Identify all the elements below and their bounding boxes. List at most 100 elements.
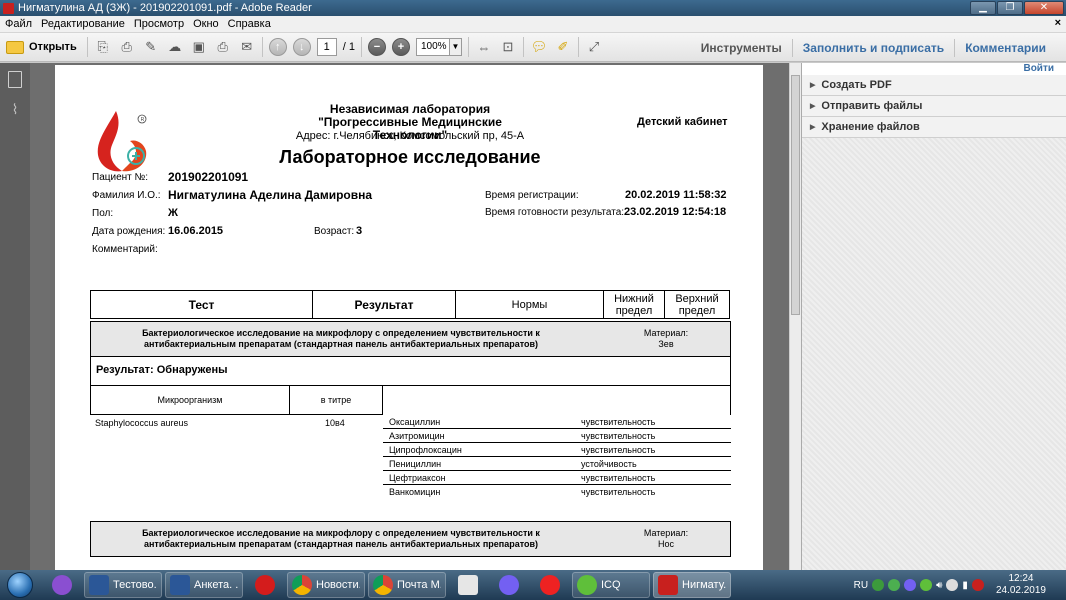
email-icon[interactable]: ✉: [238, 38, 256, 56]
col-test: Тест: [91, 291, 313, 318]
fit-width-icon[interactable]: ⇔: [475, 38, 493, 56]
toolbar-divider: [360, 37, 362, 57]
word-icon: [89, 575, 109, 595]
menu-edit[interactable]: Редактирование: [41, 18, 125, 30]
start-button[interactable]: [0, 570, 40, 600]
yandex-browser-icon: [540, 575, 560, 595]
chevron-right-icon: ▶: [810, 124, 816, 131]
svg-text:R: R: [141, 117, 145, 123]
lab-logo: R: [97, 111, 147, 172]
next-page-icon[interactable]: ↓: [292, 38, 311, 56]
folder-icon: [6, 40, 24, 54]
attachment-icon[interactable]: ⌇: [8, 102, 22, 116]
tray-app-icon[interactable]: [872, 579, 885, 591]
login-link[interactable]: Войти: [802, 63, 1066, 75]
open-button[interactable]: Открыть: [6, 37, 88, 57]
print-icon[interactable]: ⎙: [214, 38, 232, 56]
ready-time-value: 23.02.2019 12:54:18: [624, 206, 727, 218]
antibiotic-status: чувствительность: [581, 445, 656, 455]
prev-page-icon[interactable]: ↑: [268, 38, 287, 56]
clock[interactable]: 12:24 24.02.2019: [996, 573, 1046, 597]
antibiotic-status: чувствительность: [581, 487, 656, 497]
minimize-button[interactable]: ▁: [970, 1, 996, 15]
taskbar-app-active[interactable]: Нигмату...: [653, 572, 731, 598]
cloud-upload-icon[interactable]: ☁: [166, 38, 184, 56]
lab-address: Адрес: г.Челябинск, Комсомольский пр, 45…: [295, 130, 525, 142]
comment-icon[interactable]: 💬︎: [530, 38, 548, 56]
taskbar-app-label: Почта М...: [397, 579, 441, 591]
vertical-scrollbar[interactable]: [789, 63, 801, 570]
maximize-button[interactable]: ❐: [997, 1, 1023, 15]
taskbar-app[interactable]: Анкета. ...: [165, 572, 243, 598]
antibiotic-name: Оксациллин: [389, 417, 441, 427]
antibiotic-name: Ципрофлоксацин: [389, 445, 462, 455]
volume-icon[interactable]: 🔊︎: [936, 580, 942, 591]
scrollbar-thumb[interactable]: [791, 75, 800, 315]
col-result: Результат: [313, 291, 456, 318]
taskbar-app-label: Новости...: [316, 579, 360, 591]
toolbar: Открыть ⎘ ⎙ ✎ ☁ ▣ ⎙ ✉ ↑ ↓ 1 / 1 − + 100%…: [0, 33, 1066, 62]
microorganism-header: Микроорганизм в титре: [90, 386, 731, 415]
panel-send-files[interactable]: ▶ Отправить файлы: [802, 96, 1066, 117]
windows-taskbar: Тестово... Анкета. ... Новости... Почта …: [0, 570, 1066, 600]
fullscreen-icon[interactable]: ⤢: [585, 38, 603, 56]
panel-item-label: Отправить файлы: [821, 100, 923, 112]
panel-create-pdf[interactable]: ▶ Создать PDF: [802, 75, 1066, 96]
taskbar-app[interactable]: Тестово...: [84, 572, 162, 598]
fill-sign-tab[interactable]: Заполнить и подписать: [791, 38, 954, 57]
menu-window[interactable]: Окно: [193, 18, 219, 30]
export-pdf-icon[interactable]: ⎙: [118, 38, 136, 56]
zoom-select[interactable]: 100% ▼: [415, 38, 462, 56]
menu-view[interactable]: Просмотр: [134, 18, 184, 30]
study-name-line2: антибактериальным препаратам (стандартна…: [143, 339, 539, 349]
menu-help[interactable]: Справка: [228, 18, 271, 30]
menu-file[interactable]: Файл: [5, 18, 32, 30]
viber-tray-icon[interactable]: [904, 579, 917, 591]
zoom-out-icon[interactable]: −: [367, 38, 386, 56]
word-icon: [170, 575, 190, 595]
highlight-icon[interactable]: ✐: [554, 38, 572, 56]
page-number-input[interactable]: 1: [316, 38, 337, 56]
tools-tab[interactable]: Инструменты: [691, 39, 792, 57]
navigation-pane: ⌇: [0, 63, 30, 570]
language-indicator[interactable]: RU: [854, 580, 868, 591]
window-titlebar: Нигматулина АД (ЗЖ) - 201902201091.pdf -…: [0, 0, 1066, 16]
comments-tab[interactable]: Комментарии: [954, 38, 1056, 57]
save-icon[interactable]: ▣: [190, 38, 208, 56]
taskbar-app[interactable]: Новости...: [287, 572, 365, 598]
tray-app-icon[interactable]: [971, 579, 984, 591]
page-thumbnails-icon[interactable]: [8, 71, 22, 88]
icq-tray-icon[interactable]: [920, 579, 933, 591]
create-pdf-icon[interactable]: ⎘: [94, 38, 112, 56]
taskbar-app[interactable]: Почта М...: [368, 572, 446, 598]
taskbar-opera[interactable]: [246, 572, 284, 598]
taskbar-yandex-browser[interactable]: [531, 572, 569, 598]
material-value: Нос: [657, 539, 674, 549]
taskbar-app[interactable]: ICQ: [572, 572, 650, 598]
edit-icon[interactable]: ✎: [142, 38, 160, 56]
age-label: Возраст:: [314, 226, 355, 237]
close-button[interactable]: ✕: [1024, 1, 1064, 15]
close-document-icon[interactable]: ×: [1055, 17, 1061, 29]
taskbar-app-label: ICQ: [601, 579, 621, 591]
zoom-in-icon[interactable]: +: [391, 38, 410, 56]
chrome-icon: [292, 575, 312, 595]
antibiotic-name: Цефтриаксон: [389, 473, 446, 483]
fit-page-icon[interactable]: ⊡: [499, 38, 517, 56]
taskbar-viber[interactable]: [490, 572, 528, 598]
organism-name: Staphylococcus aureus: [95, 418, 189, 428]
panel-item-label: Создать PDF: [821, 79, 892, 91]
download-icon[interactable]: [888, 579, 901, 591]
study-material: Материал: Зев: [621, 328, 711, 350]
taskbar-app-label: Нигмату...: [682, 579, 726, 591]
taskbar-yandex[interactable]: [449, 572, 487, 598]
col-antibiotics: [383, 386, 731, 415]
viber-icon: [499, 575, 519, 595]
network-icon[interactable]: ▮: [962, 580, 968, 591]
panel-file-storage[interactable]: ▶ Хранение файлов: [802, 117, 1066, 138]
page-total: / 1: [342, 41, 355, 53]
document-viewer[interactable]: R Независимая лаборатория "Прогрессивные…: [30, 63, 789, 570]
tray-app-icon[interactable]: [946, 579, 959, 591]
age-value: 3: [356, 225, 363, 237]
taskbar-microphone[interactable]: [43, 572, 81, 598]
